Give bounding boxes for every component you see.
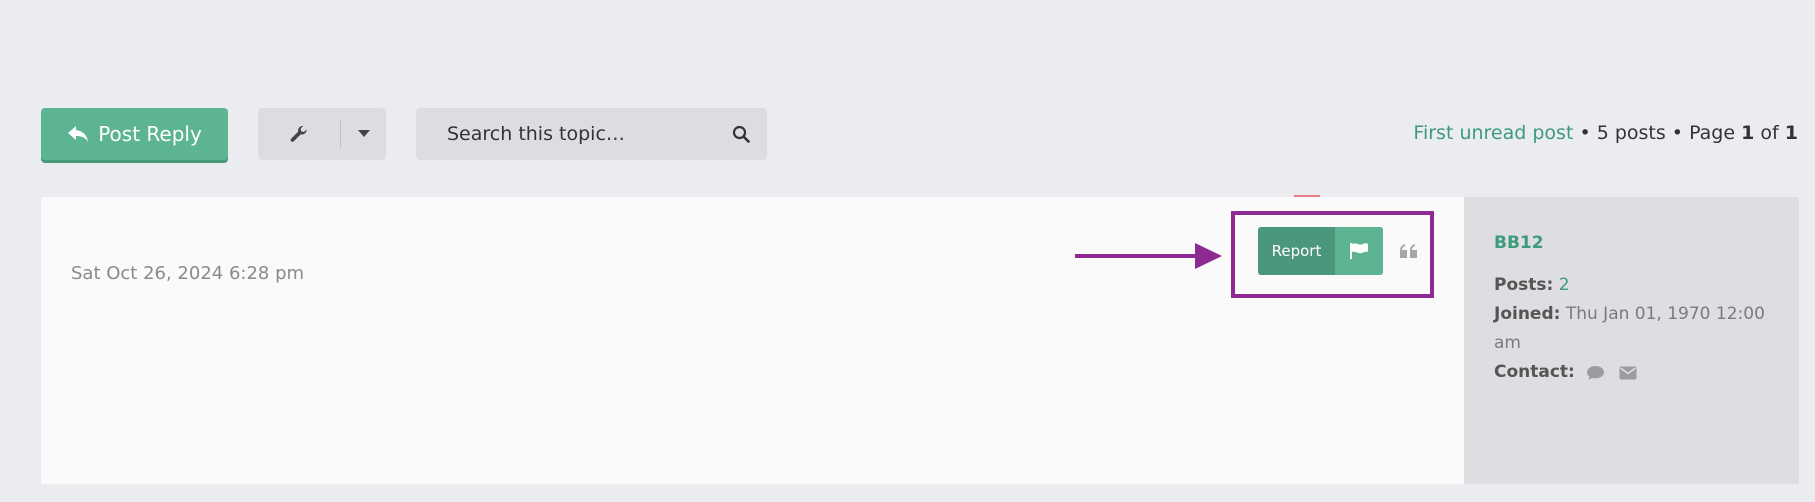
posts-count-link[interactable]: 2 [1559, 275, 1570, 295]
separator: • [1573, 122, 1597, 144]
flag-icon [1350, 243, 1368, 259]
report-flag-section [1335, 227, 1383, 275]
pagination: First unread post • 5 posts • Page 1 of … [1413, 122, 1798, 144]
email-button[interactable] [1617, 362, 1639, 384]
quote-icon [1400, 244, 1417, 258]
post-date: Sat Oct 26, 2024 6:28 pm [71, 263, 305, 284]
search-button[interactable] [729, 122, 753, 146]
report-label: Report [1258, 227, 1335, 275]
contact-label: Contact: [1494, 362, 1575, 382]
topic-tools-group [258, 108, 386, 160]
post-count: 5 posts [1596, 122, 1666, 144]
profile-joined: Joined: Thu Jan 01, 1970 12:00 am [1494, 300, 1784, 358]
quote-button[interactable] [1395, 243, 1423, 259]
reply-icon [68, 126, 89, 142]
caret-down-icon [357, 130, 370, 137]
username-link[interactable]: BB12 [1494, 233, 1544, 253]
report-button[interactable]: Report [1258, 227, 1383, 275]
topic-search [416, 108, 767, 160]
current-page: 1 [1741, 122, 1755, 144]
profile-contact: Contact: [1494, 358, 1639, 387]
post-buttons: Report [1258, 227, 1423, 275]
topic-tools-dropdown[interactable] [341, 108, 386, 160]
action-bar: Post Reply First unread post • 5 posts •… [0, 0, 1815, 180]
comment-icon [1587, 365, 1605, 380]
total-pages: 1 [1784, 122, 1798, 144]
post-reply-label: Post Reply [98, 122, 202, 146]
post-reply-button[interactable]: Post Reply [41, 108, 228, 160]
page-of: of [1760, 122, 1779, 144]
first-unread-link[interactable]: First unread post [1413, 122, 1573, 144]
page-prefix: Page [1689, 122, 1736, 144]
envelope-icon [1619, 366, 1637, 379]
wrench-icon [290, 125, 307, 142]
profile-posts: Posts: 2 [1494, 271, 1570, 300]
post-profile: BB12 Posts: 2 Joined: Thu Jan 01, 1970 1… [1464, 197, 1799, 484]
pm-button[interactable] [1585, 362, 1607, 384]
search-icon [732, 125, 750, 143]
separator: • [1665, 122, 1690, 144]
topic-tools-button[interactable] [258, 108, 340, 160]
joined-label: Joined: [1494, 304, 1561, 324]
search-input[interactable] [416, 108, 716, 160]
posts-label: Posts: [1494, 275, 1554, 295]
